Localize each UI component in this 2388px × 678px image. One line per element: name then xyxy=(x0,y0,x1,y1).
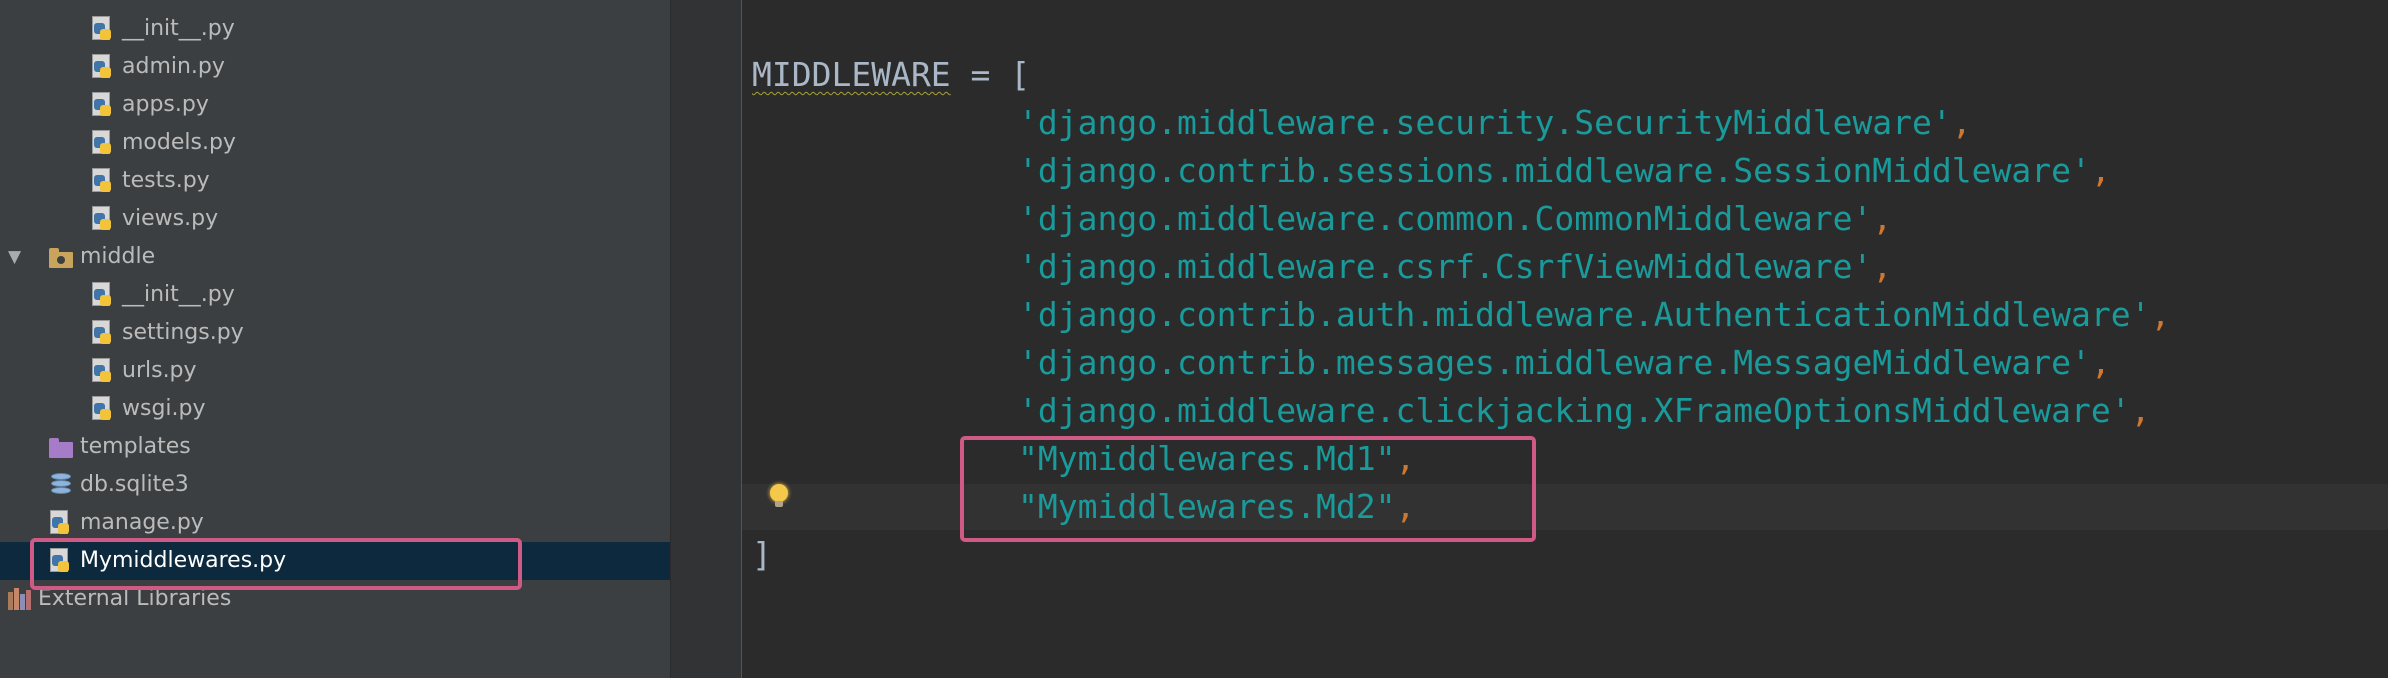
tree-item-label: settings.py xyxy=(122,320,244,345)
python-file-icon xyxy=(90,281,116,309)
tree-item-tests[interactable]: tests.py xyxy=(0,162,670,200)
templates-folder-icon xyxy=(48,433,74,461)
tree-item-apps[interactable]: apps.py xyxy=(0,86,670,124)
comma: , xyxy=(2130,391,2151,430)
package-folder-icon xyxy=(48,243,74,271)
code-line-entry[interactable]: 'django.middleware.common.CommonMiddlewa… xyxy=(1018,195,1892,243)
string-literal: 'django.middleware.security.SecurityMidd… xyxy=(1018,103,1952,142)
code-line-close-bracket[interactable]: ] xyxy=(752,531,772,579)
python-file-icon xyxy=(90,357,116,385)
python-file-icon xyxy=(90,319,116,347)
database-icon xyxy=(48,471,74,499)
tree-item-label: db.sqlite3 xyxy=(80,472,189,497)
tree-item-label: urls.py xyxy=(122,358,197,383)
string-literal: 'django.middleware.csrf.CsrfViewMiddlewa… xyxy=(1018,247,1873,286)
tree-item-label: manage.py xyxy=(80,510,204,535)
comma: , xyxy=(2090,343,2111,382)
string-literal: 'django.contrib.messages.middleware.Mess… xyxy=(1018,343,2091,382)
tree-item-views[interactable]: views.py xyxy=(0,200,670,238)
code-line-entry[interactable]: 'django.middleware.clickjacking.XFrameOp… xyxy=(1018,387,2150,435)
tree-item-manage[interactable]: manage.py xyxy=(0,504,670,542)
tree-item-label: tests.py xyxy=(122,168,210,193)
string-literal: 'django.contrib.auth.middleware.Authenti… xyxy=(1018,295,2151,334)
tree-item-middle[interactable]: ▼ middle xyxy=(0,238,670,276)
highlight-box-tree xyxy=(30,538,522,590)
tree-item-label: __init__.py xyxy=(122,282,235,307)
python-file-icon xyxy=(90,53,116,81)
highlight-box-code xyxy=(960,436,1536,542)
middleware-identifier: MIDDLEWARE xyxy=(752,55,951,94)
tree-item-templates[interactable]: templates xyxy=(0,428,670,466)
tree-item-middle-init[interactable]: __init__.py xyxy=(0,276,670,314)
string-literal: 'django.middleware.common.CommonMiddlewa… xyxy=(1018,199,1873,238)
tree-item-label: admin.py xyxy=(122,54,225,79)
libraries-icon xyxy=(6,585,32,613)
tree-item-label: templates xyxy=(80,434,191,459)
tree-item-app-init[interactable]: __init__.py xyxy=(0,10,670,48)
string-literal: 'django.middleware.clickjacking.XFrameOp… xyxy=(1018,391,2131,430)
string-literal: 'django.contrib.sessions.middleware.Sess… xyxy=(1018,151,2091,190)
comma: , xyxy=(1872,199,1893,238)
tree-item-admin[interactable]: admin.py xyxy=(0,48,670,86)
python-file-icon xyxy=(90,15,116,43)
code-line-entry[interactable]: 'django.middleware.security.SecurityMidd… xyxy=(1018,99,1972,147)
python-file-icon xyxy=(90,91,116,119)
code-line-entry[interactable]: 'django.middleware.csrf.CsrfViewMiddlewa… xyxy=(1018,243,1892,291)
tree-item-wsgi[interactable]: wsgi.py xyxy=(0,390,670,428)
code-line-entry[interactable]: 'django.contrib.sessions.middleware.Sess… xyxy=(1018,147,2111,195)
comma: , xyxy=(1951,103,1972,142)
code-line-entry[interactable]: 'django.contrib.messages.middleware.Mess… xyxy=(1018,339,2111,387)
code-line-entry[interactable]: 'django.contrib.auth.middleware.Authenti… xyxy=(1018,291,2170,339)
python-file-icon xyxy=(90,205,116,233)
comma: , xyxy=(1872,247,1893,286)
python-file-icon xyxy=(90,129,116,157)
tree-item-label: wsgi.py xyxy=(122,396,206,421)
tree-item-label: __init__.py xyxy=(122,16,235,41)
close-bracket: ] xyxy=(752,535,772,574)
assign-operator: = xyxy=(950,55,1011,94)
tree-item-settings[interactable]: settings.py xyxy=(0,314,670,352)
project-tree-panel: __init__.py admin.py apps.py models.py t… xyxy=(0,0,671,678)
tree-item-label: views.py xyxy=(122,206,219,231)
tree-item-models[interactable]: models.py xyxy=(0,124,670,162)
python-file-icon xyxy=(90,167,116,195)
comma: , xyxy=(2150,295,2171,334)
expand-arrow-icon[interactable]: ▼ xyxy=(8,247,21,267)
tree-item-label: middle xyxy=(80,244,156,269)
comma: , xyxy=(2090,151,2111,190)
python-file-icon xyxy=(48,509,74,537)
code-line-middleware[interactable]: MIDDLEWARE = [ xyxy=(752,51,1030,99)
editor-gutter xyxy=(671,0,742,678)
python-file-icon xyxy=(90,395,116,423)
lightbulb-icon[interactable] xyxy=(769,484,789,510)
tree-item-db[interactable]: db.sqlite3 xyxy=(0,466,670,504)
tree-item-label: models.py xyxy=(122,130,236,155)
tree-item-label: apps.py xyxy=(122,92,209,117)
tree-item-urls[interactable]: urls.py xyxy=(0,352,670,390)
open-bracket: [ xyxy=(1010,55,1031,94)
